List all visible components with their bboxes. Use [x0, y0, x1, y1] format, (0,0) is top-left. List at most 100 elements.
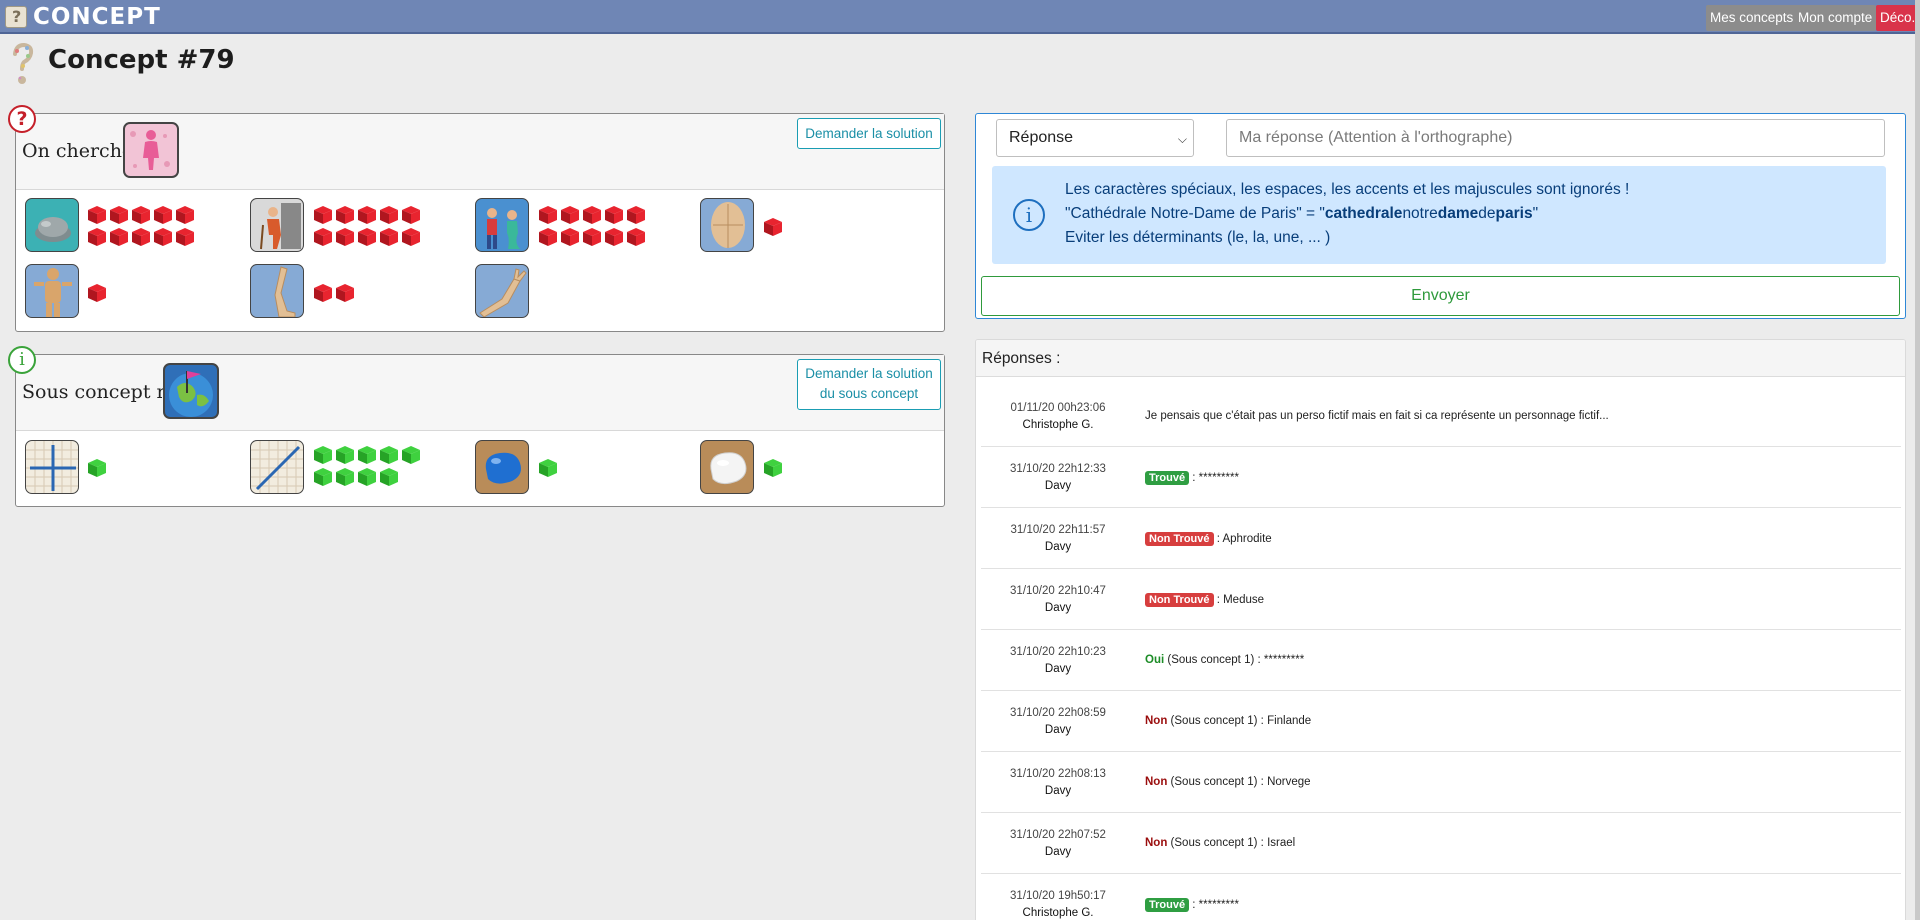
red-cube-icon	[314, 206, 332, 224]
response-value: Je pensais que c'était pas un perso fict…	[1145, 410, 1609, 422]
response-row: 31/10/20 22h10:23 Davy Oui (Sous concept 1…	[981, 630, 1901, 691]
red-cube-icon	[583, 228, 601, 246]
red-cube-icon	[314, 284, 332, 302]
green-cube-icon	[358, 446, 376, 464]
app-logo[interactable]: CONCEPT	[5, 4, 161, 30]
red-cube-icon	[314, 228, 332, 246]
red-cube-icon	[627, 206, 645, 224]
page-scrollbar[interactable]	[1915, 0, 1920, 920]
red-cube-icon	[336, 228, 354, 246]
red-cube-icon	[605, 228, 623, 246]
red-cube-icon	[88, 228, 106, 246]
question-badge-icon: ?	[8, 105, 36, 133]
green-cube-icon	[764, 459, 782, 477]
clue-cubes-2	[312, 204, 432, 248]
request-solution-button[interactable]: Demander la solution	[797, 118, 941, 149]
answer-type-select[interactable]: Réponse ⌵	[996, 119, 1194, 157]
red-cube-icon	[88, 284, 106, 302]
red-cube-icon	[380, 228, 398, 246]
request-sub-solution-line2: du sous concept	[819, 386, 919, 401]
response-date: 31/10/20 22h08:59	[1010, 707, 1106, 719]
response-text: Non Trouvé : Meduse	[1145, 593, 1264, 607]
clue-cubes-3	[537, 204, 657, 248]
response-user: Davy	[1044, 480, 1072, 492]
sub-clue-cubes-4	[762, 457, 882, 479]
response-value: : *********	[1189, 899, 1239, 911]
responses-title: Réponses :	[976, 340, 1905, 377]
response-row: 31/10/20 22h08:59 Davy Non (Sous concept 1…	[981, 691, 1901, 752]
response-value: (Sous concept 1) : Norvege	[1167, 776, 1311, 788]
red-cube-icon	[336, 284, 354, 302]
blue-blob-icon	[475, 440, 529, 494]
response-text: Je pensais que c'était pas un perso fict…	[1145, 410, 1609, 422]
old-man-icon	[250, 198, 304, 252]
white-blob-icon	[700, 440, 754, 494]
answer-form: Réponse ⌵ Ma réponse (Attention à l'orth…	[975, 113, 1906, 319]
response-value: (Sous concept 1) : Israel	[1167, 837, 1296, 849]
no-label: Non	[1145, 715, 1168, 727]
response-row: 01/11/20 00h23:06 Christophe G. Je pensais…	[981, 386, 1901, 447]
no-label: Non	[1145, 837, 1168, 849]
red-cube-icon	[539, 228, 557, 246]
red-cube-icon	[110, 206, 128, 224]
response-date: 01/11/20 00h23:06	[1010, 402, 1106, 414]
response-date: 31/10/20 22h10:47	[1010, 585, 1106, 597]
response-user: Davy	[1044, 724, 1072, 736]
green-cube-icon	[336, 468, 354, 486]
info-example-close: "	[1532, 205, 1539, 222]
info-alert: i Les caractères spéciaux, les espaces, …	[992, 166, 1886, 264]
response-row: 31/10/20 22h10:47 Davy Non Trouvé : Meduse	[981, 569, 1901, 630]
send-button[interactable]: Envoyer	[981, 276, 1900, 316]
red-cube-icon	[176, 206, 194, 224]
red-cube-icon	[110, 228, 128, 246]
red-cube-icon	[764, 218, 782, 236]
page-title: Concept #79	[48, 45, 235, 75]
red-cube-icon	[605, 206, 623, 224]
responses-panel: Réponses : 01/11/20 00h23:06 Christophe G…	[975, 339, 1906, 920]
response-user: Davy	[1044, 541, 1072, 553]
info-example-part-4: de	[1478, 205, 1496, 222]
response-user: Davy	[1044, 785, 1072, 797]
my-concepts-button[interactable]: Mes concepts	[1706, 5, 1798, 31]
green-cube-icon	[380, 446, 398, 464]
response-row: 31/10/20 22h11:57 Davy Non Trouvé : Aphrod…	[981, 508, 1901, 569]
green-cube-icon	[314, 468, 332, 486]
response-user: Davy	[1044, 602, 1072, 614]
logout-button[interactable]: Déco.	[1876, 5, 1920, 31]
clue-cubes-4	[762, 216, 882, 238]
face-icon	[700, 198, 754, 252]
sub-clue-cubes-1	[86, 457, 206, 479]
response-user: Davy	[1044, 663, 1072, 675]
response-value: : Aphrodite	[1213, 533, 1272, 545]
response-text: Trouvé : *********	[1145, 471, 1239, 485]
red-cube-icon	[358, 228, 376, 246]
red-cube-icon	[176, 228, 194, 246]
red-cube-icon	[132, 206, 150, 224]
response-text: Oui (Sous concept 1) : *********	[1145, 654, 1304, 666]
response-value: : *********	[1189, 472, 1239, 484]
info-line-3: Eviter les déterminants (le, la, une, ..…	[1065, 229, 1331, 246]
response-date: 31/10/20 22h12:33	[1010, 463, 1106, 475]
request-sub-solution-line1: Demander la solution	[805, 366, 933, 381]
response-date: 31/10/20 22h10:23	[1010, 646, 1106, 658]
answer-input[interactable]: Ma réponse (Attention à l'orthographe)	[1226, 119, 1885, 157]
response-row: 31/10/20 22h12:33 Davy Trouvé : *********	[981, 447, 1901, 508]
red-cube-icon	[583, 206, 601, 224]
my-account-button[interactable]: Mon compte	[1794, 5, 1877, 31]
response-date: 31/10/20 22h11:57	[1010, 524, 1106, 536]
response-text: Non (Sous concept 1) : Norvege	[1145, 776, 1311, 788]
red-cube-icon	[380, 206, 398, 224]
sub-clue-cubes-3	[537, 457, 657, 479]
red-cube-icon	[358, 206, 376, 224]
response-text: Trouvé : *********	[1145, 898, 1239, 912]
plus-icon	[25, 440, 79, 494]
request-sub-solution-button[interactable]: Demander la solution du sous concept	[797, 359, 941, 410]
found-badge: Trouvé	[1145, 898, 1190, 912]
response-value: : Meduse	[1213, 594, 1265, 606]
red-cube-icon	[561, 228, 579, 246]
red-cube-icon	[336, 206, 354, 224]
red-cube-icon	[154, 206, 172, 224]
found-badge: Trouvé	[1145, 471, 1190, 485]
response-row: 31/10/20 22h08:13 Davy Non (Sous concept 1…	[981, 752, 1901, 813]
response-user: Christophe G.	[1022, 419, 1094, 431]
